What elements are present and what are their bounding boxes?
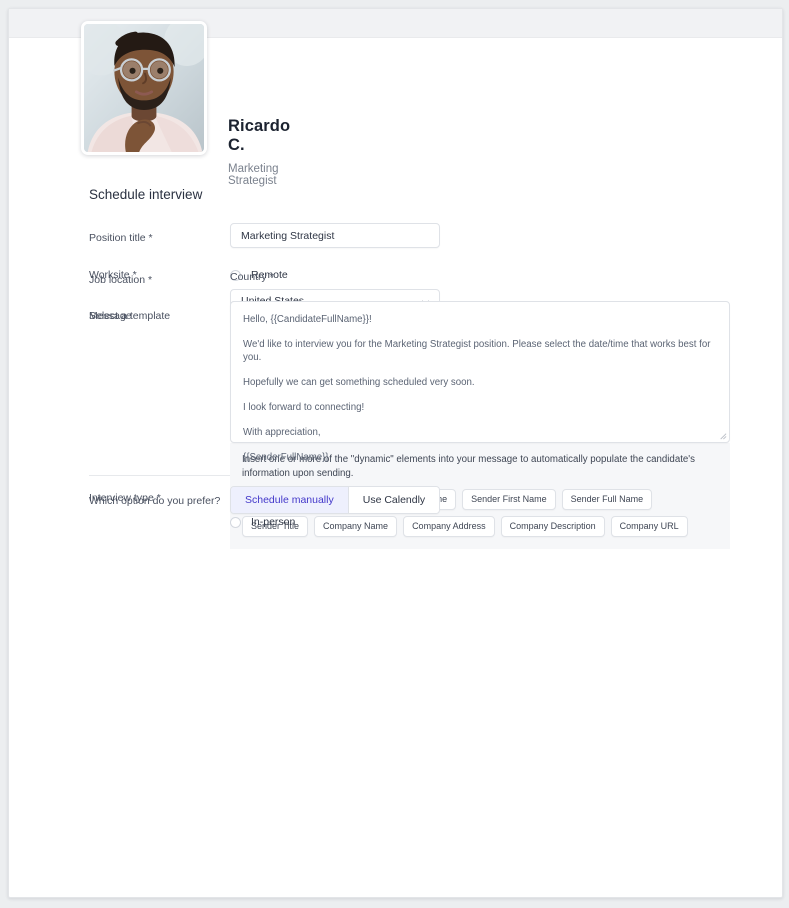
page-title: Schedule interview (89, 187, 203, 202)
country-label: Country * (230, 271, 274, 283)
segment-use-calendly[interactable]: Use Calendly (347, 487, 440, 513)
position-title-input[interactable] (230, 223, 440, 248)
candidate-identity: Ricardo C. Marketing Strategist (228, 117, 290, 187)
chip-company-url[interactable]: Company URL (610, 516, 688, 537)
radio-icon-in-person (230, 516, 241, 528)
message-line-6: {{SenderFullName}} (243, 452, 329, 463)
chip-company-description[interactable]: Company Description (500, 516, 605, 537)
message-line-1: Hello, {{CandidateFullName}}! (243, 314, 372, 325)
interview-form-page: Ricardo C. Marketing Strategist Schedule… (8, 8, 783, 898)
schedule-interview-form: Position title * Worksite * Remote On-si… (9, 223, 782, 549)
candidate-photo (81, 21, 207, 155)
candidate-name: Ricardo C. (228, 117, 291, 154)
message-textarea[interactable]: Hello, {{CandidateFullName}}! We'd like … (230, 301, 730, 463)
candidate-role: Marketing Strategist (228, 163, 279, 187)
chip-company-name[interactable]: Company Name (314, 516, 398, 537)
preference-segmented-control: Schedule manually Use Calendly (230, 486, 441, 514)
preference-label: Which option do you prefer? (89, 495, 221, 507)
resize-grip-icon[interactable] (718, 431, 727, 440)
chip-sender-first-name[interactable]: Sender First Name (462, 489, 556, 510)
job-location-label: Job location * (89, 274, 153, 286)
message-label: Message (89, 310, 132, 322)
message-line-3: Hopefully we can get something scheduled… (243, 377, 475, 388)
interview-type-in-person-label: In-person (251, 516, 296, 528)
message-line-2: We'd like to interview you for the Marke… (243, 339, 711, 363)
chip-company-address[interactable]: Company Address (403, 516, 495, 537)
segment-schedule-manually[interactable]: Schedule manually (231, 487, 348, 513)
chip-sender-full-name[interactable]: Sender Full Name (561, 489, 653, 510)
position-title-label: Position title * (89, 232, 153, 244)
message-line-5: With appreciation, (243, 427, 321, 438)
message-line-4: I look forward to connecting! (243, 402, 365, 413)
